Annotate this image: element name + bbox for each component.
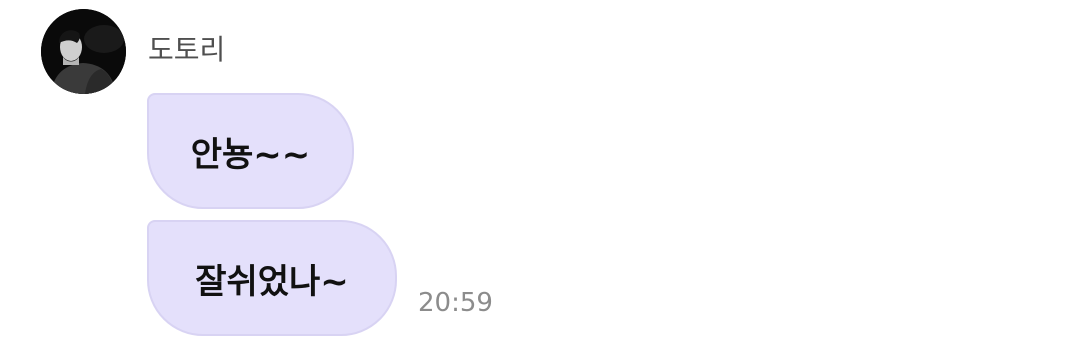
avatar[interactable] [41,9,126,94]
message-text: 잘쉬었나~ [195,261,349,302]
sender-name: 도토리 [148,33,226,66]
message-bubble[interactable]: 안뇽~~ [147,93,354,209]
profile-photo-icon [41,9,126,94]
message-text: 안뇽~~ [190,134,311,175]
message-bubble[interactable]: 잘쉬었나~ [147,220,397,336]
message-timestamp: 20:59 [418,288,493,318]
